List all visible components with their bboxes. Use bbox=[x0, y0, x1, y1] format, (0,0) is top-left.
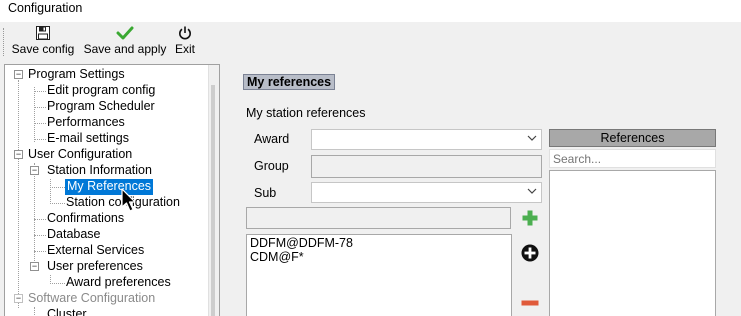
collapse-toggle[interactable]: − bbox=[14, 294, 23, 303]
tree-connector bbox=[50, 187, 65, 188]
title-bar: Configuration bbox=[0, 0, 741, 22]
window-title: Configuration bbox=[8, 1, 83, 15]
tree-connector bbox=[50, 283, 65, 284]
remove-button[interactable] bbox=[520, 293, 540, 313]
tree-connector bbox=[34, 235, 46, 236]
award-combo[interactable] bbox=[311, 129, 542, 150]
tree-item-performances[interactable]: Performances bbox=[47, 115, 125, 131]
save-config-label: Save config bbox=[11, 42, 75, 56]
tree-connector bbox=[50, 203, 65, 204]
references-search-input[interactable] bbox=[549, 149, 716, 168]
toolbar-grip[interactable] bbox=[3, 28, 5, 56]
collapse-toggle[interactable]: − bbox=[14, 70, 23, 79]
tree-connector bbox=[50, 179, 51, 204]
tree-item-user-configuration[interactable]: User Configuration bbox=[28, 147, 132, 163]
tree-item-station-information[interactable]: Station Information bbox=[47, 163, 152, 179]
power-icon bbox=[172, 25, 198, 43]
chevron-down-icon bbox=[527, 186, 537, 199]
tree-item-database[interactable]: Database bbox=[47, 227, 101, 243]
collapse-toggle[interactable]: − bbox=[30, 166, 39, 175]
exit-button[interactable]: Exit bbox=[172, 25, 198, 61]
save-config-button[interactable]: Save config bbox=[10, 25, 76, 61]
add-circle-button[interactable] bbox=[520, 243, 540, 263]
tree-connector bbox=[34, 107, 46, 108]
group-field[interactable] bbox=[311, 155, 542, 178]
tree-scrollbar[interactable] bbox=[208, 65, 219, 316]
tree-item-award-preferences[interactable]: Award preferences bbox=[66, 275, 171, 291]
plus-icon bbox=[522, 210, 538, 226]
tree-connector bbox=[34, 91, 46, 92]
tree-item-my-references[interactable]: My References bbox=[65, 179, 154, 195]
save-and-apply-button[interactable]: Save and apply bbox=[83, 25, 167, 61]
tree-connector bbox=[34, 87, 35, 142]
tree-item-confirmations[interactable]: Confirmations bbox=[47, 211, 124, 227]
floppy-icon bbox=[10, 25, 76, 43]
sub-label: Sub bbox=[254, 186, 277, 200]
add-button[interactable] bbox=[520, 208, 540, 228]
chevron-down-icon bbox=[527, 133, 537, 146]
list-item[interactable]: DDFM@DDFM-78 bbox=[250, 236, 508, 250]
tree-item-external-services[interactable]: External Services bbox=[47, 243, 144, 259]
settings-tree[interactable]: − − − − − Program Settings Edit program … bbox=[4, 64, 220, 316]
tree-connector bbox=[34, 307, 35, 316]
tree-scrollbar-thumb[interactable] bbox=[211, 85, 215, 316]
reference-entry-field[interactable] bbox=[246, 207, 511, 229]
tree-item-software-configuration[interactable]: Software Configuration bbox=[28, 291, 155, 307]
tree-connector bbox=[18, 80, 19, 308]
tree-item-cluster[interactable]: Cluster bbox=[47, 307, 87, 316]
tree-connector bbox=[34, 123, 46, 124]
tree-item-program-scheduler[interactable]: Program Scheduler bbox=[47, 99, 155, 115]
tree-item-user-preferences[interactable]: User preferences bbox=[47, 259, 143, 275]
plus-circle-icon bbox=[521, 244, 539, 262]
sub-combo[interactable] bbox=[311, 182, 542, 203]
page-title: My references bbox=[243, 74, 336, 90]
tree-connector bbox=[34, 251, 46, 252]
list-item[interactable]: CDM@F* bbox=[250, 250, 508, 264]
tree-item-edit-program-config[interactable]: Edit program config bbox=[47, 83, 155, 99]
toolbar: Save config Save and apply Exit bbox=[0, 22, 741, 62]
collapse-toggle[interactable]: − bbox=[30, 262, 39, 271]
checkmark-icon bbox=[83, 25, 167, 43]
minus-icon bbox=[521, 300, 539, 306]
tree-item-email-settings[interactable]: E-mail settings bbox=[47, 131, 129, 147]
references-panel-header: References bbox=[549, 129, 716, 147]
tree-connector bbox=[34, 219, 46, 220]
exit-label: Exit bbox=[174, 42, 195, 56]
award-label: Award bbox=[254, 132, 290, 146]
references-list[interactable]: DDFM@DDFM-78 CDM@F* bbox=[246, 234, 512, 316]
tree-connector bbox=[34, 139, 46, 140]
tree-connector bbox=[34, 163, 35, 271]
save-and-apply-label: Save and apply bbox=[83, 42, 167, 56]
mouse-cursor-icon bbox=[121, 188, 139, 214]
references-panel-list[interactable] bbox=[549, 170, 716, 316]
group-label: Group bbox=[254, 159, 289, 173]
collapse-toggle[interactable]: − bbox=[14, 150, 23, 159]
section-title: My station references bbox=[246, 106, 366, 120]
tree-item-program-settings[interactable]: Program Settings bbox=[28, 67, 125, 83]
